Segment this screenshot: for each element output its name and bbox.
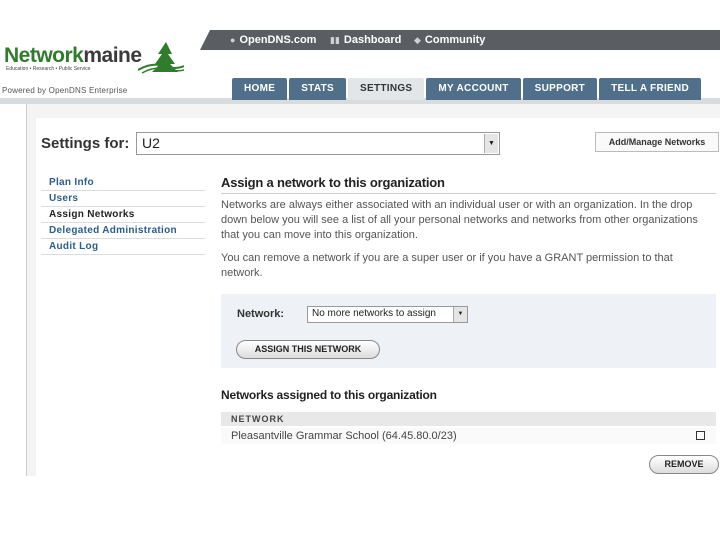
main-tabs: HOME STATS SETTINGS MY ACCOUNT SUPPORT T… — [232, 78, 702, 100]
topnav-opendns[interactable]: ● OpenDNS.com — [230, 34, 316, 46]
pine-tree-icon — [138, 42, 184, 74]
chevron-down-icon: ▼ — [484, 134, 498, 153]
table-header-network: NETWORK — [221, 412, 716, 426]
logo-tagline: Education • Research • Public Service — [6, 66, 91, 72]
sidenav-item-assign-networks[interactable]: Assign Networks — [41, 207, 205, 223]
topnav-dashboard-label: Dashboard — [343, 34, 402, 46]
sidenav-item-audit-log[interactable]: Audit Log — [41, 239, 205, 255]
topnav-community[interactable]: ◆ Community — [414, 34, 485, 46]
page-title: Assign a network to this organization — [221, 175, 445, 190]
network-row-checkbox[interactable] — [696, 431, 705, 440]
side-nav: Plan Info Users Assign Networks Delegate… — [41, 175, 205, 255]
tab-tell-a-friend[interactable]: TELL A FRIEND — [599, 78, 702, 100]
tab-home[interactable]: HOME — [232, 78, 288, 100]
tab-support[interactable]: SUPPORT — [522, 78, 598, 100]
logo-word-part2: maine — [83, 44, 142, 67]
opendns-icon: ● — [230, 35, 236, 45]
top-bar-corner — [200, 30, 210, 50]
network-select[interactable]: No more networks to assign ▼ — [307, 306, 468, 323]
organization-select[interactable]: U2 ▼ — [136, 132, 500, 155]
permission-paragraph: You can remove a network if you are a su… — [221, 252, 673, 279]
description-paragraph: Networks are always either associated wi… — [221, 199, 698, 241]
logo-wordmark: Networkmaine — [4, 44, 142, 68]
organization-select-value: U2 — [142, 135, 160, 151]
assigned-networks-heading: Networks assigned to this organization — [221, 388, 437, 402]
network-label: Network: — [237, 308, 285, 320]
top-bar: ● OpenDNS.com ▮▮ Dashboard ◆ Community — [200, 30, 720, 50]
topnav-opendns-label: OpenDNS.com — [239, 34, 317, 46]
network-row-name: Pleasantville Grammar School (64.45.80.0… — [231, 430, 457, 442]
network-select-value: No more networks to assign — [312, 308, 436, 319]
tab-settings[interactable]: SETTINGS — [348, 78, 425, 100]
powered-by: Powered by OpenDNS Enterprise — [2, 86, 128, 95]
bar-chart-icon: ▮▮ — [330, 34, 340, 45]
tab-stats[interactable]: STATS — [289, 78, 346, 100]
remove-button[interactable]: REMOVE — [649, 455, 719, 474]
brand-logo[interactable]: Networkmaine Education • Research • Publ… — [4, 42, 184, 74]
topnav-community-label: Community — [424, 34, 486, 46]
divider — [221, 193, 716, 194]
sidenav-item-plan-info[interactable]: Plan Info — [41, 175, 205, 191]
topnav-dashboard[interactable]: ▮▮ Dashboard — [330, 34, 401, 46]
settings-for-label: Settings for: — [41, 135, 130, 152]
community-icon: ◆ — [414, 34, 421, 45]
tab-my-account[interactable]: MY ACCOUNT — [426, 78, 521, 100]
chevron-down-icon: ▼ — [453, 307, 467, 322]
sidenav-item-users[interactable]: Users — [41, 191, 205, 207]
logo-word-part1: Network — [4, 44, 84, 67]
table-row: Pleasantville Grammar School (64.45.80.0… — [221, 428, 716, 444]
add-manage-networks-button[interactable]: Add/Manage Networks — [595, 132, 719, 152]
assign-network-button[interactable]: ASSIGN THIS NETWORK — [236, 340, 380, 359]
sidenav-item-delegated-administration[interactable]: Delegated Administration — [41, 223, 205, 239]
